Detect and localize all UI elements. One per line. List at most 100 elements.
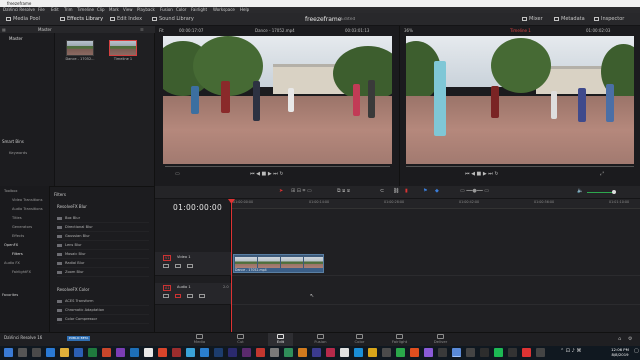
- track-header-video-1[interactable]: V1 Video 1: [155, 252, 231, 276]
- photoshop-icon[interactable]: [214, 348, 223, 357]
- media-pool-button[interactable]: Media Pool: [4, 15, 40, 24]
- position-lock-icon[interactable]: ▮: [405, 188, 408, 194]
- project-manager-icon[interactable]: ⌂: [618, 336, 621, 342]
- app-icon[interactable]: [312, 348, 321, 357]
- app-icon[interactable]: [480, 348, 489, 357]
- viewer-fit[interactable]: Fit: [159, 26, 164, 35]
- track-tag-v1[interactable]: V1: [163, 255, 172, 261]
- selection-tool-icon[interactable]: ➤: [279, 188, 283, 194]
- track-header-audio-1[interactable]: A1 Audio 1 2.0: [155, 283, 231, 305]
- sound-library-button[interactable]: Sound Library: [150, 15, 194, 24]
- fx-item[interactable]: Box Blur: [57, 216, 149, 223]
- fx-item[interactable]: Directional Blur: [57, 225, 149, 232]
- fullscreen-icon[interactable]: ⤢: [600, 171, 604, 177]
- app-icon[interactable]: [424, 348, 433, 357]
- system-clock[interactable]: 12:06 PM 8/8/2019: [607, 347, 633, 357]
- fx-item[interactable]: Color Compressor: [57, 317, 149, 324]
- source-transport-controls[interactable]: ⏮ ◀ ■ ▶ ⏭ ↻: [250, 171, 284, 177]
- smart-bin-keywords[interactable]: Keywords: [9, 150, 27, 155]
- app-icon[interactable]: [368, 348, 377, 357]
- fx-item[interactable]: Mosaic Blur: [57, 252, 149, 259]
- task-view-icon[interactable]: [32, 348, 41, 357]
- snapping-icon[interactable]: ⊂: [380, 188, 384, 194]
- source-viewer-options-icon[interactable]: ▭: [175, 171, 180, 177]
- app-icon[interactable]: [158, 348, 167, 357]
- fx-nav-video-transitions[interactable]: Video Transitions: [12, 198, 42, 202]
- outlook-icon[interactable]: [130, 348, 139, 357]
- search-icon[interactable]: [18, 348, 27, 357]
- app-icon[interactable]: [256, 348, 265, 357]
- track-lock-icon[interactable]: [163, 264, 169, 268]
- timeline-playhead[interactable]: [231, 199, 232, 332]
- onenote-icon[interactable]: [116, 348, 125, 357]
- app-icon[interactable]: [200, 348, 209, 357]
- mute-icon[interactable]: [187, 294, 193, 298]
- effects-library-button[interactable]: Effects Library: [58, 15, 103, 24]
- track-auto-select-icon[interactable]: [175, 264, 181, 268]
- page-tab-edit[interactable]: Edit: [268, 333, 293, 346]
- page-tab-fairlight[interactable]: Fairlight: [387, 333, 412, 346]
- page-tab-deliver[interactable]: Deliver: [428, 333, 453, 346]
- edit-index-button[interactable]: Edit Index: [108, 15, 142, 24]
- word-icon[interactable]: [74, 348, 83, 357]
- timeline-thumbnail[interactable]: [109, 40, 137, 56]
- track-lock-icon[interactable]: [163, 294, 169, 298]
- app-icon[interactable]: [172, 348, 181, 357]
- timeline-scrubber[interactable]: [406, 166, 634, 167]
- marker-icon[interactable]: ◆: [435, 188, 439, 194]
- app-icon[interactable]: [354, 348, 363, 357]
- grid-view-icon[interactable]: ▦: [2, 27, 6, 32]
- mixer-button[interactable]: Mixer: [520, 15, 543, 24]
- solo-icon[interactable]: [199, 294, 205, 298]
- app-icon[interactable]: [410, 348, 419, 357]
- media-clip-thumbnail[interactable]: [66, 40, 94, 56]
- excel-icon[interactable]: [88, 348, 97, 357]
- premiere-icon[interactable]: [228, 348, 237, 357]
- fx-nav-audio-fx[interactable]: Audio FX: [4, 261, 20, 265]
- start-menu-icon[interactable]: [4, 348, 13, 357]
- page-tab-fusion[interactable]: Fusion: [308, 333, 333, 346]
- source-clip-name[interactable]: Dance - 17052.mp4: [255, 26, 295, 35]
- link-icon[interactable]: ⛓: [393, 188, 399, 194]
- app-icon[interactable]: [522, 348, 531, 357]
- bin-item-master[interactable]: Master: [9, 36, 23, 41]
- fx-item[interactable]: Zoom Blur: [57, 270, 149, 277]
- app-icon[interactable]: [466, 348, 475, 357]
- fx-item[interactable]: Gaussian Blur: [57, 234, 149, 241]
- app-icon[interactable]: [270, 348, 279, 357]
- volume-slider-handle[interactable]: [612, 190, 616, 194]
- app-icon[interactable]: [326, 348, 335, 357]
- app-icon[interactable]: [382, 348, 391, 357]
- close-icon[interactable]: [627, 1, 634, 17]
- powerpoint-icon[interactable]: [102, 348, 111, 357]
- app-icon[interactable]: [340, 348, 349, 357]
- metadata-button[interactable]: Metadata: [552, 15, 585, 24]
- edge-browser-icon[interactable]: [46, 348, 55, 357]
- app-icon[interactable]: [284, 348, 293, 357]
- fx-nav-titles[interactable]: Titles: [12, 216, 22, 220]
- source-scrubber[interactable]: [165, 166, 390, 167]
- fx-nav-effects[interactable]: Effects: [12, 234, 24, 238]
- flag-icon[interactable]: ⚑: [423, 188, 427, 194]
- audio-volume-icon[interactable]: 🔈: [577, 188, 583, 194]
- trim-tool-icons[interactable]: ⊞ ⊟ ⌗ ▭: [291, 188, 312, 194]
- page-tab-cut[interactable]: Cut: [228, 333, 253, 346]
- timeline-video-clip[interactable]: Dance - 17052.mp4: [233, 254, 324, 273]
- fx-item[interactable]: Chromatic Adaptation: [57, 308, 149, 315]
- app-icon[interactable]: [536, 348, 545, 357]
- zoom-options-icon[interactable]: ▭ ━━●━━ ▭: [460, 188, 489, 194]
- timeline-viewer-name[interactable]: Timeline 1: [510, 26, 531, 35]
- app-icon[interactable]: [396, 348, 405, 357]
- fx-nav-filters[interactable]: Filters: [12, 252, 23, 256]
- timeline-transport-controls[interactable]: ⏮ ◀ ■ ▶ ⏭ ↻: [465, 171, 499, 177]
- app-icon[interactable]: [298, 348, 307, 357]
- timeline-viewer-zoom[interactable]: 36%: [404, 26, 413, 35]
- edit-mode-icons[interactable]: ⧉ ⧈ ⧇: [337, 188, 350, 194]
- track-tag-a1[interactable]: A1: [163, 285, 172, 291]
- project-settings-icon[interactable]: ⚙: [628, 336, 632, 342]
- fx-nav-audio-transitions[interactable]: Audio Transitions: [12, 207, 43, 211]
- fx-nav-toolbox[interactable]: Toolbox: [4, 189, 17, 193]
- fx-nav-fairlightfx[interactable]: FairlightFX: [12, 270, 31, 274]
- track-auto-select-icon[interactable]: [175, 294, 181, 298]
- bin-selector[interactable]: Master: [38, 27, 52, 32]
